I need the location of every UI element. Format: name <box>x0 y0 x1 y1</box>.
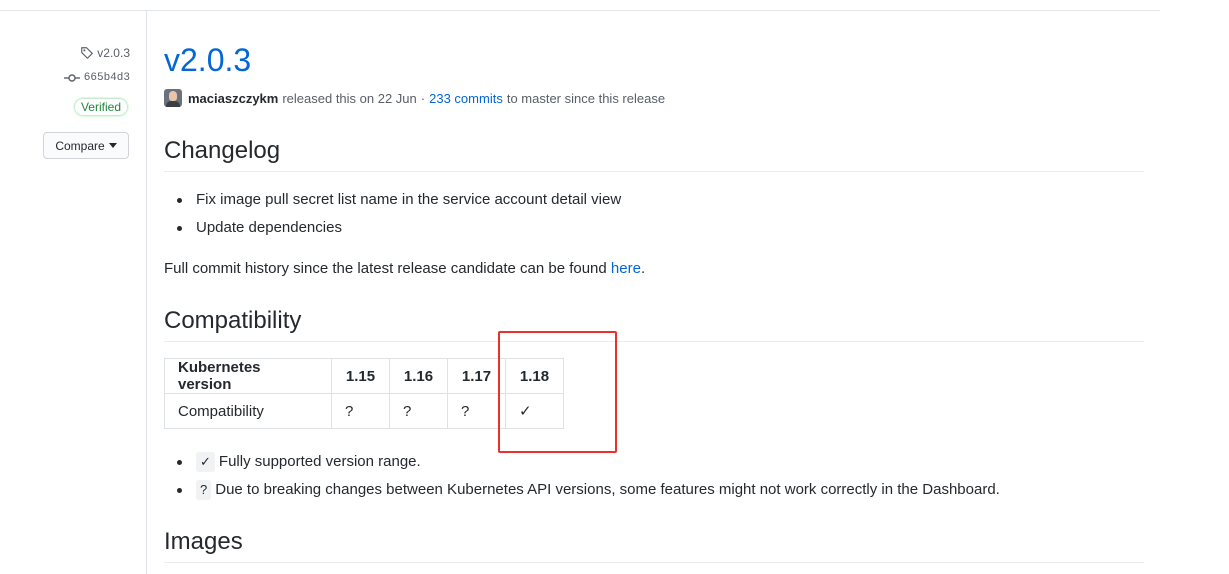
author-avatar[interactable] <box>164 89 182 107</box>
changelog-list: Fix image pull secret list name in the s… <box>164 186 621 242</box>
commit-icon <box>63 74 80 82</box>
timeline-divider <box>146 11 147 574</box>
released-text: released this on 22 Jun <box>282 90 417 106</box>
commit-link[interactable]: 665b4d3 <box>63 72 130 84</box>
list-item: Update dependencies <box>164 214 621 242</box>
compare-label: Compare <box>55 138 105 153</box>
release-page: v2.0.3 665b4d3 Verified Compare v2.0.3 m… <box>0 0 1229 574</box>
legend-text: Due to breaking changes between Kubernet… <box>215 481 1000 498</box>
legend-text: Fully supported version range. <box>218 453 421 470</box>
table-cell: ? <box>331 393 390 429</box>
legend-symbol: ✓ <box>196 452 215 472</box>
commit-sha[interactable]: 665b4d3 <box>84 72 130 84</box>
history-paragraph: Full commit history since the latest rel… <box>164 258 645 280</box>
table-header-cell: 1.17 <box>447 358 506 394</box>
release-byline: maciaszczykm released this on 22 Jun · 2… <box>164 89 665 107</box>
author-link[interactable]: maciaszczykm <box>188 91 278 106</box>
list-item: Fix image pull secret list name in the s… <box>164 186 621 214</box>
table-cell: ? <box>447 393 506 429</box>
compare-button[interactable]: Compare <box>43 132 129 159</box>
annotation-highlight-box <box>498 331 617 453</box>
list-item: ? Due to breaking changes between Kuberne… <box>164 476 1000 504</box>
table-cell: ? <box>389 393 448 429</box>
caret-down-icon <box>108 143 117 148</box>
verified-badge[interactable]: Verified <box>72 97 129 117</box>
release-title[interactable]: v2.0.3 <box>164 40 251 80</box>
compatibility-heading: Compatibility <box>164 307 302 334</box>
since-text: to master since this release <box>506 90 666 106</box>
tag-label[interactable]: v2.0.3 <box>97 46 130 60</box>
history-link[interactable]: here <box>611 260 641 277</box>
table-header-cell: Kubernetes version <box>164 358 332 394</box>
history-text: Full commit history since the latest rel… <box>164 260 607 277</box>
changelog-divider <box>164 171 1144 172</box>
history-end: . <box>640 260 646 277</box>
compatibility-legend: ✓ Fully supported version range. ? Due to … <box>164 448 1000 504</box>
changelog-heading: Changelog <box>164 137 281 164</box>
table-header-cell: 1.16 <box>389 358 448 394</box>
compatibility-divider <box>164 341 1144 342</box>
images-heading: Images <box>164 528 243 555</box>
table-cell: Compatibility <box>164 393 332 429</box>
table-header-cell: 1.15 <box>331 358 390 394</box>
legend-symbol: ? <box>196 480 212 500</box>
tag-icon <box>81 47 94 59</box>
top-divider <box>0 10 1160 11</box>
tag-link[interactable]: v2.0.3 <box>80 46 130 60</box>
commits-link[interactable]: 233 commits <box>429 91 503 106</box>
byline-separator: · <box>420 90 426 106</box>
images-divider <box>164 562 1144 563</box>
